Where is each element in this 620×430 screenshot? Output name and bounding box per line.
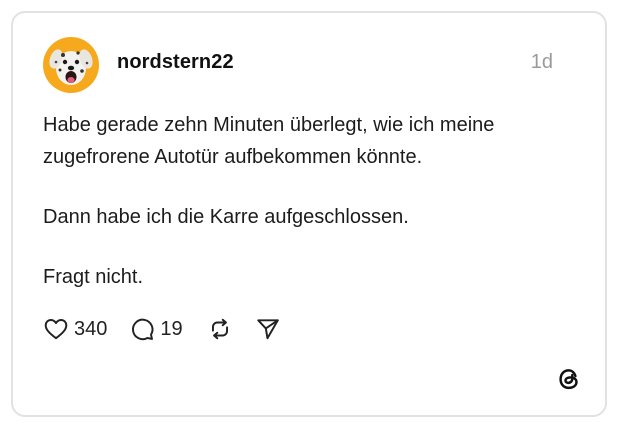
threads-logo-icon[interactable]: [555, 365, 583, 393]
avatar[interactable]: [43, 37, 99, 93]
post-body: Habe gerade zehn Minuten überlegt, wie i…: [43, 109, 583, 321]
username[interactable]: nordstern22: [117, 51, 234, 74]
share-button[interactable]: [255, 316, 281, 342]
post-card: nordstern22 1d Habe gerade zehn Minuten …: [11, 11, 607, 417]
dalmatian-dog-avatar-icon: [43, 37, 99, 93]
reply-button[interactable]: 19: [129, 316, 183, 342]
repost-icon: [211, 318, 228, 340]
post-actions: 340 19: [43, 313, 281, 345]
post-paragraph: Dann habe ich die Karre aufgeschlossen.: [43, 206, 409, 228]
post-timestamp: 1d: [530, 51, 553, 73]
post-paragraph: Habe gerade zehn Minuten überlegt, wie i…: [43, 114, 495, 168]
send-icon: [256, 319, 279, 340]
reply-count: 19: [160, 317, 183, 340]
comment-icon: [132, 318, 154, 341]
heart-icon: [44, 319, 68, 340]
like-count: 340: [74, 317, 108, 340]
post-paragraph: Fragt nicht.: [43, 266, 144, 288]
repost-button[interactable]: [207, 316, 233, 342]
like-button[interactable]: 340: [43, 316, 107, 342]
